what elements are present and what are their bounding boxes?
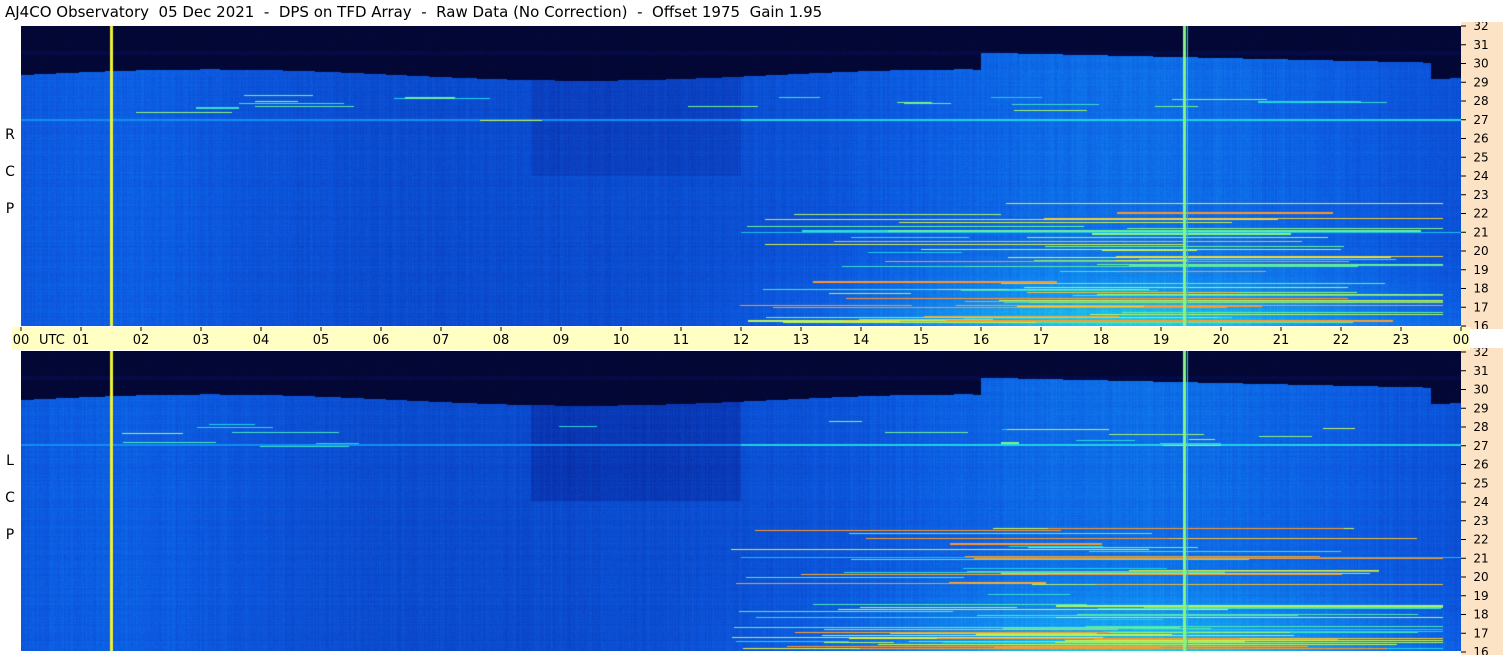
time-tick-label: 16 (973, 333, 990, 348)
lcp-freq-tick-label: 31 (1473, 364, 1488, 378)
lcp-freq-tick-label: 29 (1473, 401, 1488, 415)
lcp-freq-tick-label: 27 (1473, 439, 1488, 453)
rcp-freq-tick-label: 24 (1473, 169, 1488, 183)
lcp-freq-tick-label: 20 (1473, 570, 1488, 584)
time-tick-label: 05 (313, 333, 330, 348)
time-tick-label: 08 (493, 333, 510, 348)
time-tick-label: 10 (613, 333, 630, 348)
time-tick-label: 01 (73, 333, 90, 348)
rcp-freq-tick-label: 18 (1473, 282, 1488, 296)
time-tick-label: 18 (1093, 333, 1110, 348)
rcp-freq-tick-label: 29 (1473, 75, 1488, 89)
lcp-label-l: L (6, 453, 14, 469)
rcp-label-r: R (5, 127, 15, 143)
lcp-freq-tick-label: 28 (1473, 420, 1488, 434)
lcp-freq-tick-label: 17 (1473, 626, 1488, 640)
rcp-freq-tick-label: 21 (1473, 225, 1488, 239)
time-tick-label: 09 (553, 333, 570, 348)
time-tick-label: 22 (1333, 333, 1350, 348)
time-tick-label: 13 (793, 333, 810, 348)
rcp-freq-tick-label: 23 (1473, 188, 1488, 202)
time-tick-label: 20 (1213, 333, 1230, 348)
lcp-freq-tick-label: 19 (1473, 589, 1488, 603)
rcp-label-c: C (5, 164, 15, 180)
time-tick-label: 12 (733, 333, 750, 348)
rcp-freq-tick-label: 17 (1473, 300, 1488, 314)
lcp-frequency-axis: 16 17 18 19 20 21 22 23 24 25 26 27 28 29 30 31 32 (1461, 348, 1503, 655)
lcp-freq-tick-label: 23 (1473, 514, 1488, 528)
rcp-freq-tick-label: 28 (1473, 94, 1488, 108)
time-tick-label: 02 (133, 333, 150, 348)
rcp-freq-tick-label: 31 (1473, 38, 1488, 52)
time-tick-label: 23 (1393, 333, 1410, 348)
rcp-spectrogram (21, 26, 1461, 326)
lcp-spectrogram (21, 351, 1461, 651)
time-tick-label: 14 (853, 333, 870, 348)
rcp-freq-tick-label: 27 (1473, 113, 1488, 127)
rcp-freq-tick-label: 26 (1473, 132, 1488, 146)
lcp-label-c: C (5, 490, 15, 506)
rcp-freq-tick-label: 32 (1473, 22, 1488, 33)
time-tick-label: 04 (253, 333, 270, 348)
time-tick-label: 15 (913, 333, 930, 348)
time-tick-label: 21 (1273, 333, 1290, 348)
time-tick-label: 03 (193, 333, 210, 348)
rcp-freq-tick-label: 16 (1473, 319, 1488, 329)
chart-title: AJ4CO Observatory 05 Dec 2021 - DPS on T… (5, 3, 823, 21)
time-unit-label: UTC (39, 333, 65, 348)
lcp-freq-tick-label: 30 (1473, 383, 1488, 397)
time-axis: 00 01 02 03 04 05 06 07 08 09 10 11 12 13 14 15 16 17 18 19… (12, 327, 1470, 350)
freq-unit-label: MHz (1469, 333, 1470, 348)
time-tick-label: 17 (1033, 333, 1050, 348)
lcp-freq-tick-label: 21 (1473, 551, 1488, 565)
time-tick-label: 00 (1453, 333, 1470, 348)
lcp-freq-tick-label: 18 (1473, 608, 1488, 622)
rcp-freq-tick-label: 22 (1473, 207, 1488, 221)
time-tick-label: 11 (673, 333, 690, 348)
rcp-label: R C P (0, 117, 20, 228)
lcp-freq-tick-label: 24 (1473, 495, 1488, 509)
time-tick-label: 06 (373, 333, 390, 348)
lcp-freq-tick-label: 16 (1473, 645, 1488, 655)
rcp-freq-tick-label: 19 (1473, 263, 1488, 277)
rcp-freq-tick-label: 30 (1473, 57, 1488, 71)
lcp-label-p: P (5, 527, 15, 543)
time-tick-label: 00 (13, 333, 30, 348)
time-tick-label: 07 (433, 333, 450, 348)
lcp-label: L C P (0, 443, 20, 554)
time-tick-label: 19 (1153, 333, 1170, 348)
lcp-freq-tick-label: 32 (1473, 348, 1488, 359)
lcp-freq-tick-label: 22 (1473, 533, 1488, 547)
lcp-freq-tick-label: 25 (1473, 476, 1488, 490)
rcp-freq-tick-label: 20 (1473, 244, 1488, 258)
rcp-frequency-axis: 16 17 18 19 20 21 22 23 24 25 26 27 28 29 30 31 32 (1461, 22, 1503, 329)
rcp-freq-tick-label: 25 (1473, 150, 1488, 164)
rcp-label-p: P (5, 201, 15, 217)
lcp-freq-tick-label: 26 (1473, 458, 1488, 472)
